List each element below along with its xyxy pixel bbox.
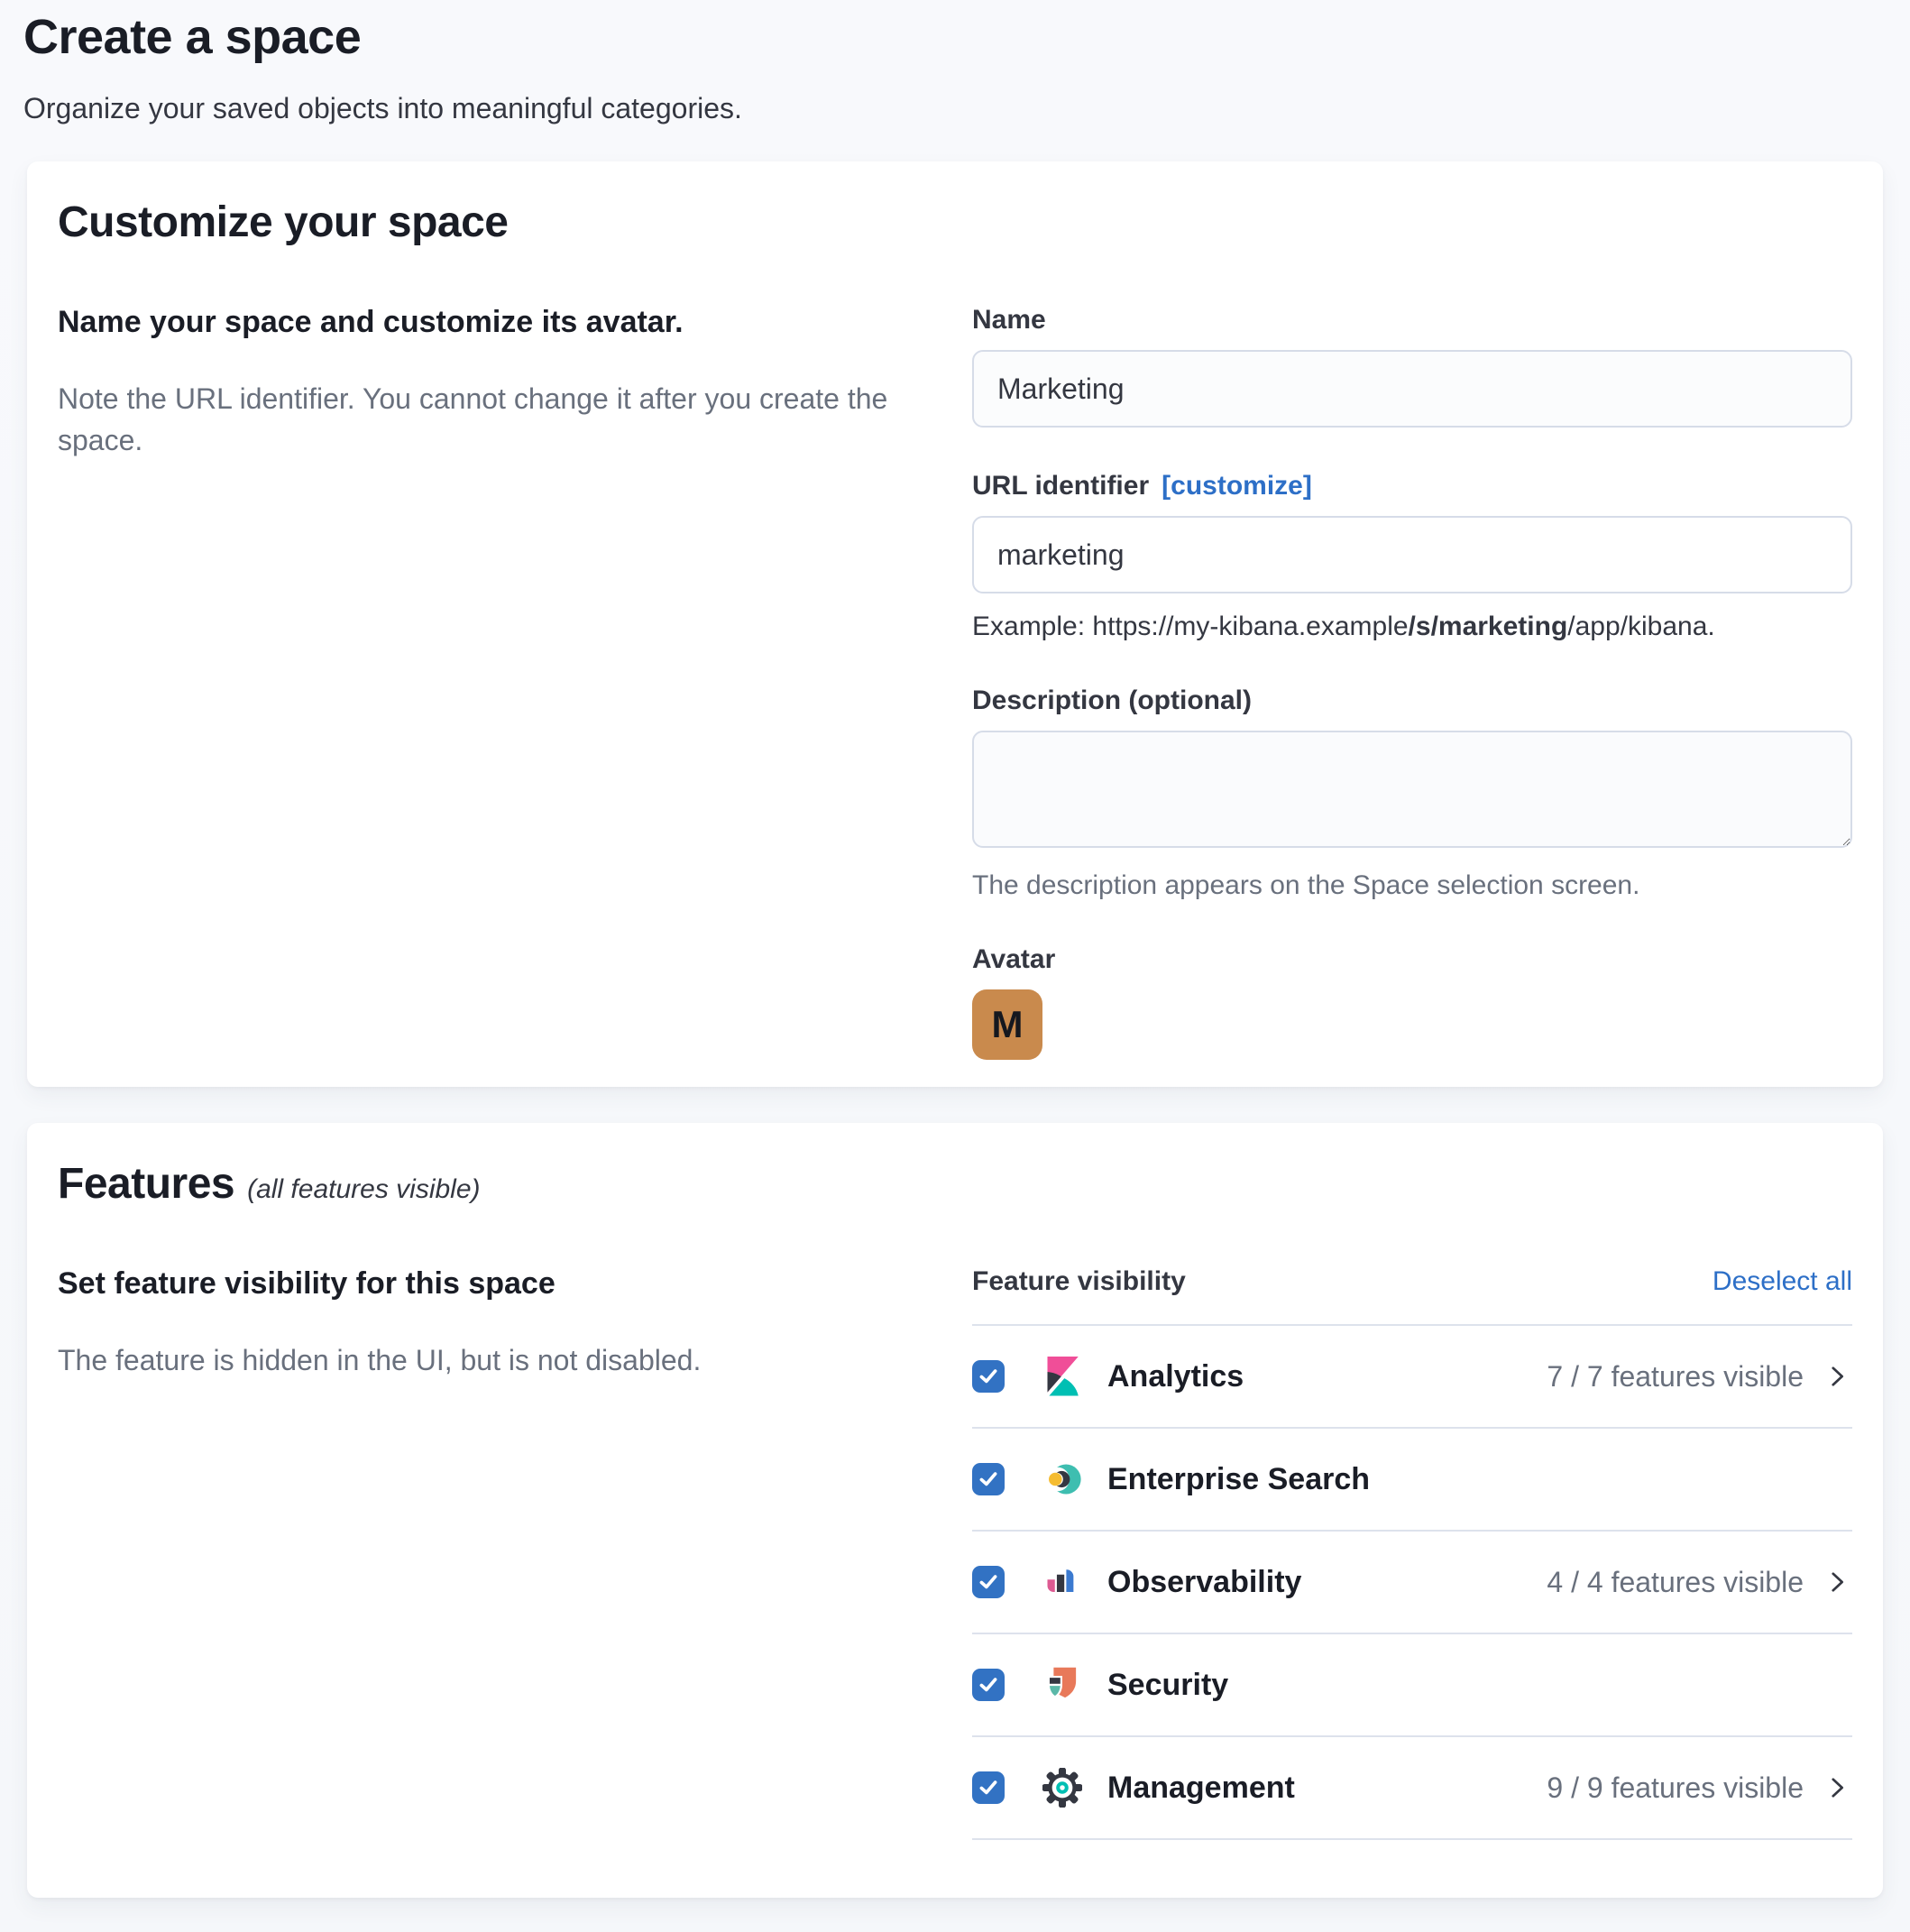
customize-section-desc: Note the URL identifier. You cannot chan… [58, 378, 929, 462]
avatar[interactable]: M [972, 989, 1042, 1060]
feature-count: 4 / 4 features visible [1547, 1566, 1804, 1599]
feature-checkbox[interactable] [972, 1669, 1005, 1701]
name-label: Name [972, 305, 1852, 336]
chevron-right-icon[interactable] [1822, 1567, 1852, 1597]
features-panel-title: Features(all features visible) [58, 1159, 1852, 1209]
feature-row: Analytics 7 / 7 features visible [972, 1326, 1852, 1429]
feature-row: Observability 4 / 4 features visible [972, 1532, 1852, 1634]
feature-row: Security [972, 1634, 1852, 1737]
page-title: Create a space [23, 9, 1887, 65]
feature-row: Management 9 / 9 features visible [972, 1737, 1852, 1840]
feature-checkbox[interactable] [972, 1771, 1005, 1804]
url-customize-link[interactable]: [customize] [1162, 471, 1312, 501]
page-subtitle: Organize your saved objects into meaning… [23, 92, 1887, 125]
feature-checkbox[interactable] [972, 1360, 1005, 1393]
chevron-right-icon[interactable] [1822, 1361, 1852, 1392]
customize-panel-description: Name your space and customize its avatar… [58, 305, 929, 1060]
feature-label: Analytics [1107, 1359, 1244, 1394]
feature-list: Analytics 7 / 7 features visible Enterpr… [972, 1326, 1852, 1840]
features-section-title: Set feature visibility for this space [58, 1266, 929, 1302]
feature-checkbox[interactable] [972, 1463, 1005, 1495]
description-help-text: The description appears on the Space sel… [972, 870, 1852, 901]
space-name-input[interactable] [972, 350, 1852, 428]
page-header: Create a space Organize your saved objec… [0, 0, 1910, 125]
feature-label: Management [1107, 1771, 1295, 1806]
deselect-all-link[interactable]: Deselect all [1713, 1266, 1852, 1297]
kibana-logo [1042, 1357, 1082, 1396]
customize-panel-title: Customize your space [58, 198, 1852, 247]
feature-label: Security [1107, 1668, 1228, 1703]
feature-checkbox[interactable] [972, 1566, 1005, 1598]
feature-visibility-header: Feature visibility Deselect all [972, 1266, 1852, 1326]
features-panel: Features(all features visible) Set featu… [27, 1123, 1883, 1898]
feature-visibility-column: Feature visibility Deselect all Analytic… [972, 1266, 1852, 1840]
customize-form: Name URL identifier [customize] Example:… [972, 305, 1852, 1060]
url-example-text: Example: https://my-kibana.example/s/mar… [972, 612, 1852, 642]
avatar-label: Avatar [972, 944, 1852, 975]
features-section-desc: The feature is hidden in the UI, but is … [58, 1339, 929, 1381]
feature-visibility-label: Feature visibility [972, 1266, 1186, 1297]
customize-section-title: Name your space and customize its avatar… [58, 305, 929, 340]
feature-label: Enterprise Search [1107, 1462, 1370, 1497]
feature-count: 7 / 7 features visible [1547, 1360, 1804, 1394]
description-textarea[interactable] [972, 731, 1852, 848]
customize-space-panel: Customize your space Name your space and… [27, 161, 1883, 1087]
create-space-page: Create a space Organize your saved objec… [0, 0, 1910, 1932]
url-identifier-label: URL identifier [972, 471, 1149, 501]
features-title-note: (all features visible) [247, 1174, 480, 1204]
security-logo [1042, 1665, 1082, 1705]
chevron-right-icon[interactable] [1822, 1772, 1852, 1803]
features-panel-description: Set feature visibility for this space Th… [58, 1266, 929, 1840]
feature-row: Enterprise Search [972, 1429, 1852, 1532]
observability-logo [1042, 1562, 1082, 1602]
url-identifier-input[interactable] [972, 516, 1852, 593]
feature-label: Observability [1107, 1565, 1301, 1600]
feature-count: 9 / 9 features visible [1547, 1771, 1804, 1805]
description-label: Description (optional) [972, 685, 1852, 716]
gear-icon [1042, 1768, 1082, 1808]
enterprise-search-logo [1042, 1459, 1082, 1499]
